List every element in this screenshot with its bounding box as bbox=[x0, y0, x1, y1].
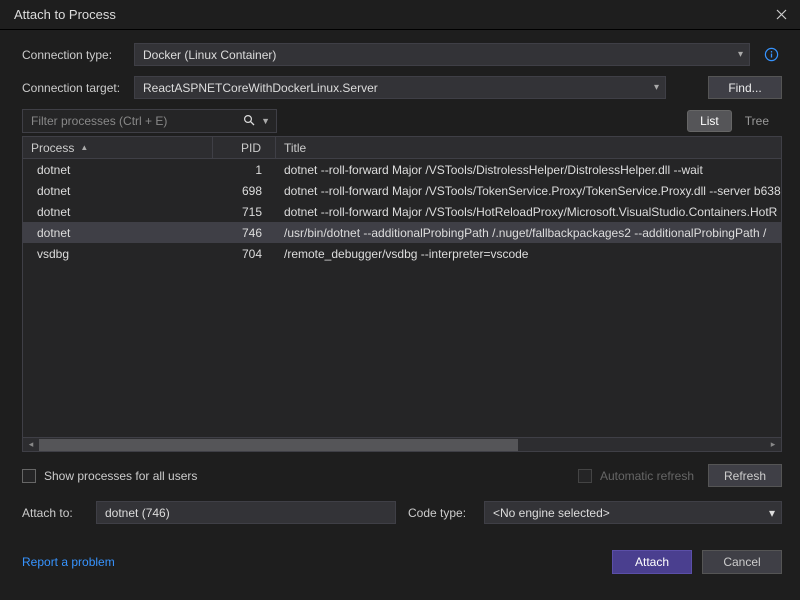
viewmode-list-button[interactable]: List bbox=[687, 110, 732, 132]
cell-title: /usr/bin/dotnet --additionalProbingPath … bbox=[276, 222, 781, 243]
attach-button[interactable]: Attach bbox=[612, 550, 692, 574]
cell-pid: 698 bbox=[213, 180, 276, 201]
cell-title: dotnet --roll-forward Major /VSTools/Tok… bbox=[276, 180, 781, 201]
cell-title: dotnet --roll-forward Major /VSTools/Hot… bbox=[276, 201, 781, 222]
cell-pid: 1 bbox=[213, 159, 276, 180]
cell-title: /remote_debugger/vsdbg --interpreter=vsc… bbox=[276, 243, 781, 264]
chevron-down-icon: ▾ bbox=[738, 49, 743, 60]
cell-process: dotnet bbox=[23, 201, 213, 222]
viewmode-tree-button[interactable]: Tree bbox=[732, 110, 782, 132]
checkbox-box-icon bbox=[578, 469, 592, 483]
scroll-thumb[interactable] bbox=[39, 439, 518, 451]
cell-pid: 715 bbox=[213, 201, 276, 222]
find-button[interactable]: Find... bbox=[708, 76, 782, 99]
filter-input[interactable]: Filter processes (Ctrl + E) ▼ bbox=[22, 109, 277, 133]
connection-type-combo[interactable]: Docker (Linux Container) ▾ bbox=[134, 43, 750, 66]
chevron-down-icon: ▾ bbox=[654, 82, 659, 93]
chevron-down-icon: ▾ bbox=[769, 506, 775, 520]
table-row[interactable]: dotnet1dotnet --roll-forward Major /VSTo… bbox=[23, 159, 781, 180]
table-header: Process ▲ PID Title bbox=[23, 137, 781, 159]
table-row[interactable]: dotnet715dotnet --roll-forward Major /VS… bbox=[23, 201, 781, 222]
cell-title: dotnet --roll-forward Major /VSTools/Dis… bbox=[276, 159, 781, 180]
checkbox-box-icon bbox=[22, 469, 36, 483]
horizontal-scrollbar[interactable]: ◂ ▸ bbox=[23, 437, 781, 451]
column-pid[interactable]: PID bbox=[213, 137, 276, 158]
table-row[interactable]: dotnet698dotnet --roll-forward Major /VS… bbox=[23, 180, 781, 201]
column-title[interactable]: Title bbox=[276, 137, 781, 158]
cell-process: dotnet bbox=[23, 180, 213, 201]
process-table: Process ▲ PID Title dotnet1dotnet --roll… bbox=[22, 136, 782, 452]
titlebar: Attach to Process bbox=[0, 0, 800, 30]
refresh-button[interactable]: Refresh bbox=[708, 464, 782, 487]
code-type-label: Code type: bbox=[408, 506, 472, 520]
window-title: Attach to Process bbox=[14, 7, 116, 22]
show-all-users-checkbox[interactable]: Show processes for all users bbox=[22, 469, 197, 483]
cancel-button[interactable]: Cancel bbox=[702, 550, 782, 574]
cell-pid: 704 bbox=[213, 243, 276, 264]
scroll-left-icon[interactable]: ◂ bbox=[25, 439, 37, 451]
connection-target-value: ReactASPNETCoreWithDockerLinux.Server bbox=[143, 81, 378, 95]
connection-target-label: Connection target: bbox=[22, 81, 134, 95]
table-row[interactable]: vsdbg704/remote_debugger/vsdbg --interpr… bbox=[23, 243, 781, 264]
scroll-right-icon[interactable]: ▸ bbox=[767, 439, 779, 451]
cell-process: dotnet bbox=[23, 159, 213, 180]
sort-asc-icon: ▲ bbox=[80, 143, 88, 152]
search-icon[interactable] bbox=[239, 114, 259, 129]
filter-dropdown-icon[interactable]: ▼ bbox=[259, 116, 272, 126]
close-icon[interactable] bbox=[768, 2, 794, 28]
connection-target-combo[interactable]: ReactASPNETCoreWithDockerLinux.Server ▾ bbox=[134, 76, 666, 99]
attach-to-label: Attach to: bbox=[22, 506, 84, 520]
column-process[interactable]: Process ▲ bbox=[23, 137, 213, 158]
cell-process: dotnet bbox=[23, 222, 213, 243]
connection-type-value: Docker (Linux Container) bbox=[143, 48, 276, 62]
report-problem-link[interactable]: Report a problem bbox=[22, 555, 115, 569]
cell-process: vsdbg bbox=[23, 243, 213, 264]
attach-to-input[interactable]: dotnet (746) bbox=[96, 501, 396, 524]
automatic-refresh-checkbox[interactable]: Automatic refresh bbox=[578, 469, 694, 483]
code-type-combo[interactable]: <No engine selected> ▾ bbox=[484, 501, 782, 524]
table-row[interactable]: dotnet746/usr/bin/dotnet --additionalPro… bbox=[23, 222, 781, 243]
connection-type-label: Connection type: bbox=[22, 48, 134, 62]
cell-pid: 746 bbox=[213, 222, 276, 243]
filter-placeholder: Filter processes (Ctrl + E) bbox=[31, 114, 239, 128]
info-icon[interactable] bbox=[760, 44, 782, 66]
